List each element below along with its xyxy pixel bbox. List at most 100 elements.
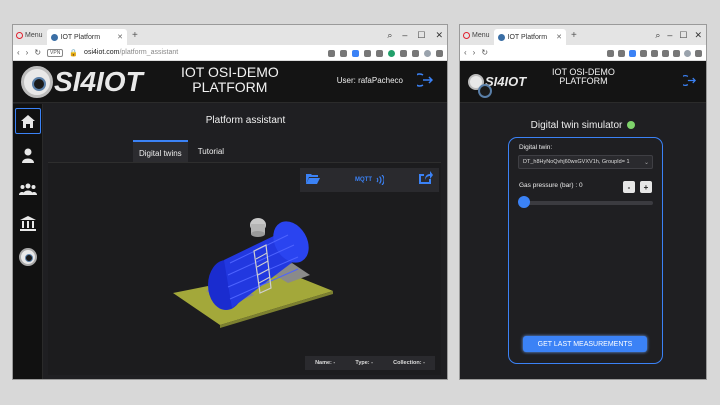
forward-icon[interactable]: ›: [473, 48, 476, 57]
menu-label[interactable]: Menu: [472, 32, 490, 39]
tab-strip: Menu IOT Platform ✕ + ⌕ – ☐ ✕: [13, 25, 447, 45]
search-tabs-icon[interactable]: ⌕: [655, 30, 660, 41]
tab-title: IOT Platform: [507, 33, 548, 41]
logout-icon[interactable]: [679, 74, 697, 92]
digital-twin-model[interactable]: [48, 163, 443, 380]
opera-icon[interactable]: [13, 31, 25, 39]
type-label: Type: -: [355, 360, 373, 366]
collection-label: Collection: -: [393, 360, 425, 366]
browser-tab[interactable]: IOT Platform ✕: [46, 29, 127, 45]
opera-icon[interactable]: [460, 31, 472, 39]
close-tab-icon[interactable]: ✕: [117, 33, 123, 41]
url-field[interactable]: osi4iot.com/platform_assistant: [84, 49, 178, 56]
logo-text[interactable]: SI4IOT: [54, 66, 143, 98]
user-label: User: rafaPacheco: [336, 76, 403, 85]
puzzle-icon[interactable]: [673, 49, 680, 57]
digital-twin-select[interactable]: DT_h8HyNoQvhj60wxGVXV1h, GroupId= 1 ⌄: [518, 155, 653, 169]
avatar[interactable]: [684, 49, 691, 57]
heart-icon[interactable]: [651, 49, 658, 57]
app-header: SI4IOT IOT OSI-DEMO PLATFORM: [460, 61, 706, 103]
open-folder-icon[interactable]: [306, 171, 320, 189]
institution-icon: [20, 215, 36, 231]
camera-icon[interactable]: [618, 49, 625, 57]
minimize-icon[interactable]: –: [402, 30, 407, 40]
close-window-icon[interactable]: ✕: [435, 30, 443, 41]
connection-status-dot: [627, 121, 636, 129]
viewer-toolbar: MQTT: [300, 168, 439, 192]
maximize-icon[interactable]: ☐: [679, 30, 687, 41]
app-title: IOT OSI-DEMO PLATFORM: [552, 67, 615, 87]
cube-icon[interactable]: [400, 49, 407, 57]
share-icon[interactable]: [328, 49, 335, 57]
chevron-down-icon: ⌄: [643, 159, 649, 166]
favicon-icon: [497, 33, 505, 41]
mqtt-label: MQTT: [355, 177, 372, 183]
favicon-icon: [50, 33, 58, 41]
app-title: IOT OSI-DEMO PLATFORM: [181, 64, 279, 95]
address-bar: ‹ › ↻: [460, 45, 706, 61]
avatar[interactable]: [424, 49, 431, 57]
maximize-icon[interactable]: ☐: [417, 30, 425, 41]
name-label: Name: -: [315, 360, 336, 366]
back-icon[interactable]: ‹: [464, 48, 467, 57]
send-icon[interactable]: [364, 49, 371, 57]
vpn-badge[interactable]: VPN: [47, 48, 64, 57]
share-icon[interactable]: [607, 49, 614, 57]
logout-icon[interactable]: [413, 72, 434, 93]
increment-button[interactable]: +: [640, 181, 652, 193]
osi4iot-logo-icon: [19, 248, 37, 266]
download-icon[interactable]: [695, 49, 702, 57]
new-tab-icon[interactable]: +: [571, 30, 577, 41]
heart-icon[interactable]: [376, 49, 383, 57]
share-icon[interactable]: [419, 171, 433, 189]
mqtt-status[interactable]: MQTT: [355, 175, 384, 185]
users-icon: [19, 183, 37, 195]
gas-pressure-label: Gas pressure (bar) : 0: [519, 182, 583, 189]
tab-title: IOT Platform: [60, 33, 101, 41]
sidebar-item-platform-assistant[interactable]: [15, 244, 41, 270]
download-icon[interactable]: [436, 49, 443, 57]
browser-window-simulator: Menu IOT Platform ✕ + ⌕ – ☐ ✕ ‹ › ↻ SI4I…: [459, 24, 707, 380]
shield-icon[interactable]: [352, 49, 359, 57]
tab-strip: Menu IOT Platform ✕ + ⌕ – ☐ ✕: [460, 25, 706, 45]
reload-icon[interactable]: ↻: [34, 48, 41, 57]
lock-icon: 🔒: [69, 49, 79, 57]
logo-icon[interactable]: [21, 65, 53, 98]
minimize-icon[interactable]: –: [667, 30, 672, 40]
home-icon: [21, 114, 35, 128]
page-title: Platform assistant: [205, 115, 286, 126]
extension-icon[interactable]: [388, 49, 395, 57]
forward-icon[interactable]: ›: [26, 48, 29, 57]
reload-icon[interactable]: ↻: [481, 48, 488, 57]
menu-label[interactable]: Menu: [25, 32, 43, 39]
3d-viewer[interactable]: MQTT Name: - Type: - Collection: -: [48, 162, 441, 375]
shield-icon[interactable]: [629, 49, 636, 57]
close-window-icon[interactable]: ✕: [694, 30, 702, 41]
cube-icon[interactable]: [662, 49, 669, 57]
signal-icon: [376, 175, 384, 185]
search-tabs-icon[interactable]: ⌕: [387, 30, 392, 41]
camera-icon[interactable]: [340, 49, 347, 57]
logo-icon[interactable]: [468, 73, 492, 98]
sidebar: [13, 104, 43, 379]
get-last-measurements-button[interactable]: GET LAST MEASUREMENTS: [523, 336, 647, 352]
app-header: SI4IOT IOT OSI-DEMO PLATFORM User: rafaP…: [13, 61, 447, 103]
simulator-panel: Digital twin: DT_h8HyNoQvhj60wxGVXV1h, G…: [508, 137, 663, 364]
new-tab-icon[interactable]: +: [132, 30, 138, 41]
browser-tab[interactable]: IOT Platform ✕: [493, 29, 566, 45]
digital-twin-label: Digital twin:: [519, 144, 553, 151]
sidebar-item-user[interactable]: [15, 142, 41, 168]
sidebar-item-groups[interactable]: [15, 176, 41, 202]
puzzle-icon[interactable]: [412, 49, 419, 57]
slider-handle[interactable]: [518, 196, 530, 208]
send-icon[interactable]: [640, 49, 647, 57]
sidebar-item-home[interactable]: [15, 108, 41, 134]
decrement-button[interactable]: -: [623, 181, 635, 193]
close-tab-icon[interactable]: ✕: [556, 33, 562, 41]
back-icon[interactable]: ‹: [17, 48, 20, 57]
browser-window-main: Menu IOT Platform ✕ + ⌕ – ☐ ✕ ‹ › ↻ VPN …: [12, 24, 448, 380]
simulator-title: Digital twin simulator: [460, 120, 706, 131]
gas-pressure-slider[interactable]: [521, 201, 653, 205]
sidebar-item-organizations[interactable]: [15, 210, 41, 236]
model-info-bar: Name: - Type: - Collection: -: [305, 356, 435, 370]
